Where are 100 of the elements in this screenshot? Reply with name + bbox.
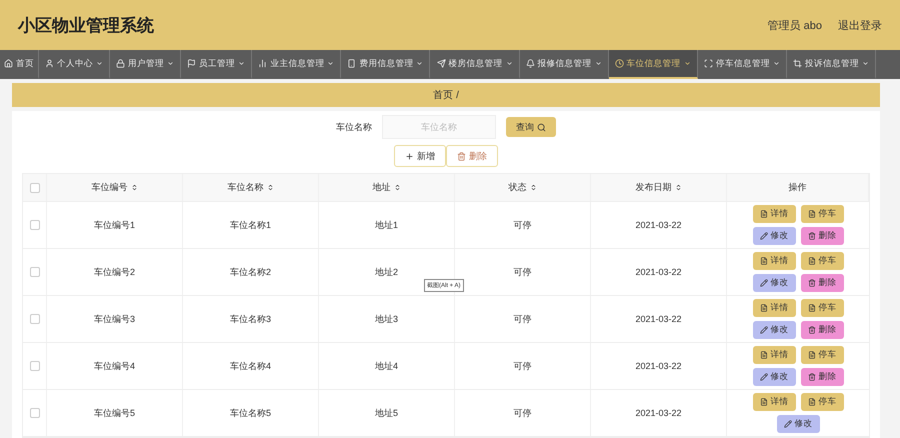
nav-item[interactable]: 费用信息管理 — [341, 50, 430, 79]
table-cell: 车位名称4 — [183, 343, 319, 389]
park-button[interactable]: 停车 — [800, 252, 844, 270]
row-checkbox[interactable] — [30, 220, 40, 230]
select-all-checkbox[interactable] — [30, 182, 40, 192]
person-icon — [45, 59, 54, 68]
document-icon — [808, 398, 816, 406]
detail-button[interactable]: 详情 — [752, 346, 796, 364]
paper-plane-icon — [436, 59, 446, 68]
plus-icon — [405, 152, 414, 160]
table-cell: 车位编号4 — [47, 343, 183, 389]
trash-icon — [808, 232, 816, 240]
add-button[interactable]: 新增 — [394, 145, 446, 167]
breadcrumb-link[interactable]: 首页 — [433, 88, 454, 102]
nav-item[interactable]: 车位信息管理 — [608, 50, 698, 79]
delete-button[interactable]: 删除 — [800, 274, 844, 292]
pencil-icon — [760, 279, 768, 287]
document-icon — [760, 210, 768, 218]
nav-item[interactable]: 首页 — [0, 50, 39, 79]
nav-item[interactable]: 投诉信息管理 — [786, 50, 876, 79]
sort-icon — [130, 184, 138, 191]
pencil-icon — [784, 420, 792, 428]
table-cell: 地址5 — [319, 390, 455, 436]
table-cell: 可停 — [455, 390, 591, 436]
row-checkbox[interactable] — [30, 361, 40, 371]
delete-button[interactable]: 删除 — [800, 368, 844, 386]
pencil-icon — [760, 326, 768, 334]
delete-button[interactable]: 删除 — [800, 321, 844, 339]
table-cell: 2021-03-22 — [591, 296, 727, 342]
table-cell: 地址1 — [319, 202, 455, 248]
table-cell: 车位名称5 — [183, 390, 319, 436]
edit-button[interactable]: 修改 — [752, 321, 796, 339]
edit-button[interactable]: 修改 — [776, 415, 820, 433]
park-button[interactable]: 停车 — [800, 205, 844, 223]
table-cell: 车位编号3 — [47, 296, 183, 342]
table-cell: 可停 — [455, 296, 591, 342]
document-icon — [760, 257, 768, 265]
table-cell: 2021-03-22 — [591, 202, 727, 248]
park-button[interactable]: 停车 — [800, 393, 844, 411]
table-cell: 地址3 — [319, 296, 455, 342]
document-icon — [808, 351, 816, 359]
table-cell: 2021-03-22 — [591, 343, 727, 389]
edit-button[interactable]: 修改 — [752, 368, 796, 386]
document-icon — [760, 351, 768, 359]
column-header[interactable]: 车位编号 — [47, 174, 183, 201]
park-button[interactable]: 停车 — [800, 299, 844, 317]
column-header[interactable]: 发布日期 — [591, 174, 727, 201]
bell-icon — [526, 59, 535, 68]
crop-icon — [792, 59, 802, 68]
table-cell: 2021-03-22 — [591, 390, 727, 436]
edit-button[interactable]: 修改 — [752, 227, 796, 245]
search-label: 车位名称 — [336, 120, 372, 134]
breadcrumb-separator: / — [456, 90, 459, 100]
nav-item[interactable]: 个人中心 — [39, 50, 110, 79]
nav-item[interactable]: 楼房信息管理 — [430, 50, 520, 79]
row-checkbox[interactable] — [30, 267, 40, 277]
column-header[interactable]: 地址 — [319, 174, 455, 201]
table-cell: 2021-03-22 — [591, 249, 727, 295]
column-header[interactable]: 车位名称 — [183, 174, 319, 201]
detail-button[interactable]: 详情 — [752, 252, 796, 270]
table-cell: 车位名称2 — [183, 249, 319, 295]
trash-icon — [808, 373, 816, 381]
pencil-icon — [760, 373, 768, 381]
park-button[interactable]: 停车 — [800, 346, 844, 364]
table-cell: 可停 — [455, 343, 591, 389]
detail-button[interactable]: 详情 — [752, 205, 796, 223]
detail-button[interactable]: 详情 — [752, 299, 796, 317]
document-icon — [760, 398, 768, 406]
document-icon — [760, 304, 768, 312]
table-cell: 车位名称3 — [183, 296, 319, 342]
bar-chart-icon — [258, 59, 268, 68]
logout-link[interactable]: 退出登录 — [838, 18, 882, 32]
caret-icon — [684, 60, 691, 67]
document-icon — [808, 210, 816, 218]
caret-icon — [506, 60, 513, 67]
caret-icon — [167, 60, 174, 67]
nav-item[interactable]: 停车信息管理 — [698, 50, 787, 79]
row-checkbox[interactable] — [30, 314, 40, 324]
caret-icon — [416, 60, 424, 67]
table-cell: 地址4 — [319, 343, 455, 389]
table-cell: 可停 — [455, 202, 591, 248]
column-header[interactable]: 操作 — [727, 174, 869, 201]
sort-icon — [530, 184, 536, 191]
search-button[interactable]: 查询 — [506, 117, 556, 137]
edit-button[interactable]: 修改 — [752, 274, 796, 292]
table-cell: 车位名称1 — [183, 202, 319, 248]
delete-button[interactable]: 删除 — [800, 227, 844, 245]
row-checkbox[interactable] — [30, 408, 40, 418]
detail-button[interactable]: 详情 — [752, 393, 796, 411]
nav-item[interactable]: 用户管理 — [110, 50, 182, 79]
trash-icon — [457, 152, 466, 160]
nav-item[interactable]: 员工管理 — [181, 50, 252, 79]
nav-item[interactable]: 业主信息管理 — [252, 50, 342, 79]
document-icon — [808, 257, 816, 265]
document-icon — [808, 304, 816, 312]
sort-icon — [266, 184, 274, 191]
app-title: 小区物业管理系统 — [18, 14, 154, 36]
column-header[interactable]: 状态 — [455, 174, 591, 201]
flag-icon — [187, 59, 196, 68]
search-field[interactable]: 车位名称 — [382, 115, 496, 139]
